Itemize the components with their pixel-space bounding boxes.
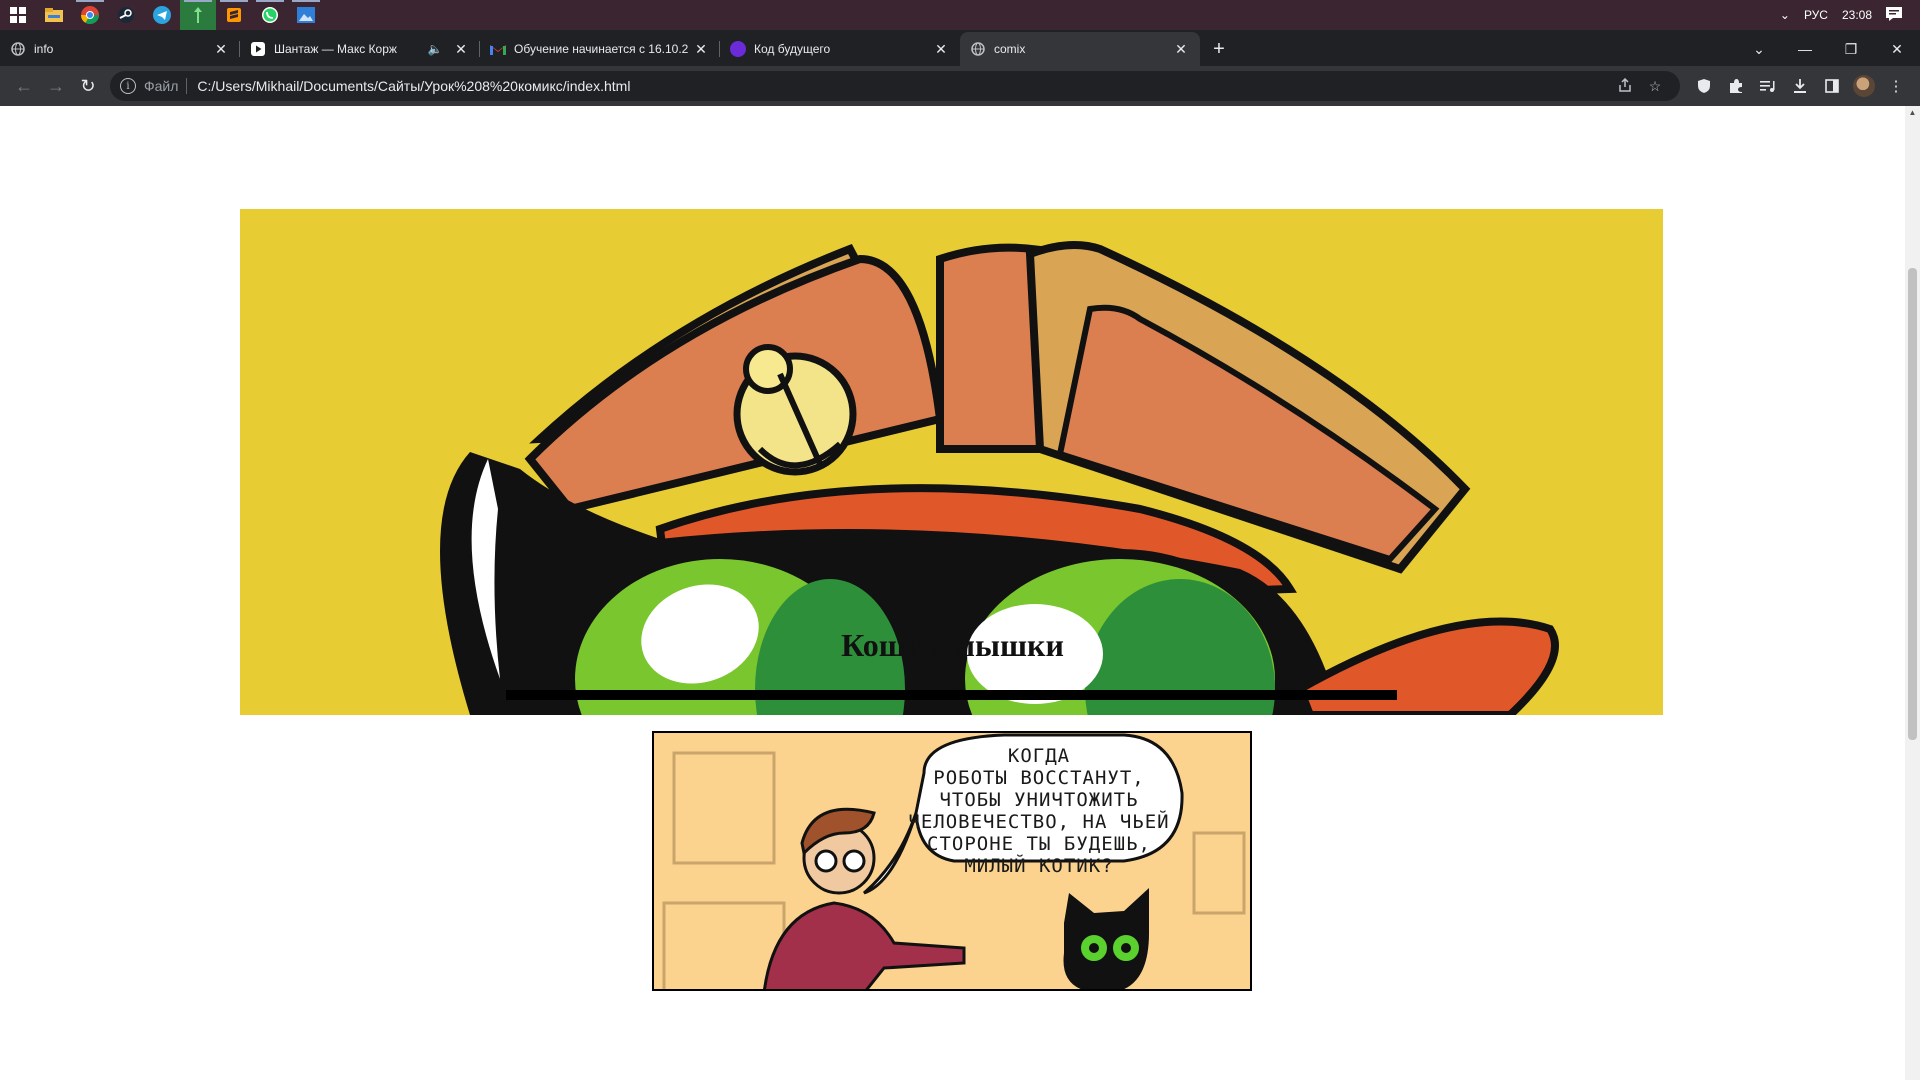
speech-bubble-text: КОГДА РОБОТЫ ВОССТАНУТ, ЧТОБЫ УНИЧТОЖИТЬ… <box>908 745 1170 877</box>
tab-comix[interactable]: comix ✕ <box>960 32 1200 66</box>
tab-shantazh[interactable]: Шантаж — Макс Корж 🔈 ✕ <box>240 32 480 66</box>
profile-avatar[interactable] <box>1848 70 1880 102</box>
photo-icon[interactable] <box>288 0 324 30</box>
windows-taskbar: ⌄ РУС 23:08 <box>0 0 1920 30</box>
menu-icon[interactable]: ⋮ <box>1880 70 1912 102</box>
telegram-icon[interactable] <box>144 0 180 30</box>
restore-button[interactable]: ❐ <box>1828 41 1874 58</box>
close-tab-icon[interactable]: ✕ <box>692 41 710 58</box>
reload-icon[interactable]: ↻ <box>72 70 104 102</box>
page-title: Кошки-мышки <box>841 627 1064 663</box>
new-tab-button[interactable]: + <box>1204 32 1234 66</box>
file-explorer-icon[interactable] <box>36 0 72 30</box>
globe-icon <box>970 41 986 57</box>
extensions-icon[interactable] <box>1720 70 1752 102</box>
play-icon <box>250 41 266 57</box>
share-icon[interactable] <box>1610 77 1640 95</box>
minimize-button[interactable]: — <box>1782 41 1828 57</box>
scrollbar-thumb[interactable] <box>1908 268 1917 740</box>
comic-panel-image: КОГДА РОБОТЫ ВОССТАНУТ, ЧТОБЫ УНИЧТОЖИТЬ… <box>652 731 1252 991</box>
windows-start-icon[interactable] <box>0 0 36 30</box>
tab-code-future[interactable]: Код будущего ✕ <box>720 32 960 66</box>
globe-icon <box>10 41 26 57</box>
notifications-icon[interactable] <box>1886 6 1902 24</box>
close-tab-icon[interactable]: ✕ <box>932 41 950 58</box>
side-panel-icon[interactable] <box>1816 70 1848 102</box>
chrome-icon[interactable] <box>72 0 108 30</box>
sublime-icon[interactable] <box>216 0 252 30</box>
close-tab-icon[interactable]: ✕ <box>452 41 470 58</box>
divider-line <box>506 690 1397 700</box>
mnogo-icon <box>730 41 746 57</box>
tray-chevron-icon[interactable]: ⌄ <box>1780 8 1790 22</box>
tab-title: Обучение начинается с 16.10.2 <box>514 42 689 56</box>
tab-title: comix <box>994 42 1026 56</box>
browser-toolbar: ← → ↻ i Файл C:/Users/Mikhail/Documents/… <box>0 66 1920 106</box>
back-arrow-icon[interactable]: ← <box>8 70 40 102</box>
tab-strip: info ✕ Шантаж — Макс Корж 🔈 ✕ Обучение н… <box>0 30 1920 66</box>
page-scrollbar[interactable]: ▲ <box>1905 106 1920 1080</box>
tab-gmail[interactable]: Обучение начинается с 16.10.2 ✕ <box>480 32 720 66</box>
language-indicator[interactable]: РУС <box>1804 8 1828 22</box>
steam-icon[interactable] <box>108 0 144 30</box>
tab-info[interactable]: info ✕ <box>0 32 240 66</box>
scroll-up-arrow-icon[interactable]: ▲ <box>1905 108 1920 117</box>
close-tab-icon[interactable]: ✕ <box>212 41 230 58</box>
media-controls-icon[interactable] <box>1752 70 1784 102</box>
scheme-label: Файл <box>144 78 179 94</box>
page-viewport: Кошки-мышки КОГДА РОБОТЫ ВОССТАНУТ, ЧТОБ… <box>0 106 1905 1080</box>
tab-search-icon[interactable]: ⌄ <box>1736 41 1782 58</box>
gmail-icon <box>490 41 506 57</box>
clock[interactable]: 23:08 <box>1842 8 1872 22</box>
close-tab-icon[interactable]: ✕ <box>1172 41 1190 58</box>
forward-arrow-icon[interactable]: → <box>40 70 72 102</box>
bookmark-star-icon[interactable]: ☆ <box>1640 78 1670 95</box>
tab-title: Код будущего <box>754 42 831 56</box>
notepad-plus-icon[interactable] <box>180 0 216 30</box>
tab-title: Шантаж — Макс Корж <box>274 42 397 56</box>
shield-icon[interactable] <box>1688 70 1720 102</box>
address-bar[interactable]: i Файл C:/Users/Mikhail/Documents/Сайты/… <box>110 71 1680 101</box>
whatsapp-icon[interactable] <box>252 0 288 30</box>
url-text[interactable]: C:/Users/Mikhail/Documents/Сайты/Урок%20… <box>197 78 1610 94</box>
audio-playing-icon[interactable]: 🔈 <box>426 42 444 56</box>
tab-title: info <box>34 42 54 56</box>
close-window-button[interactable]: ✕ <box>1874 41 1920 58</box>
info-icon[interactable]: i <box>120 78 136 94</box>
download-icon[interactable] <box>1784 70 1816 102</box>
